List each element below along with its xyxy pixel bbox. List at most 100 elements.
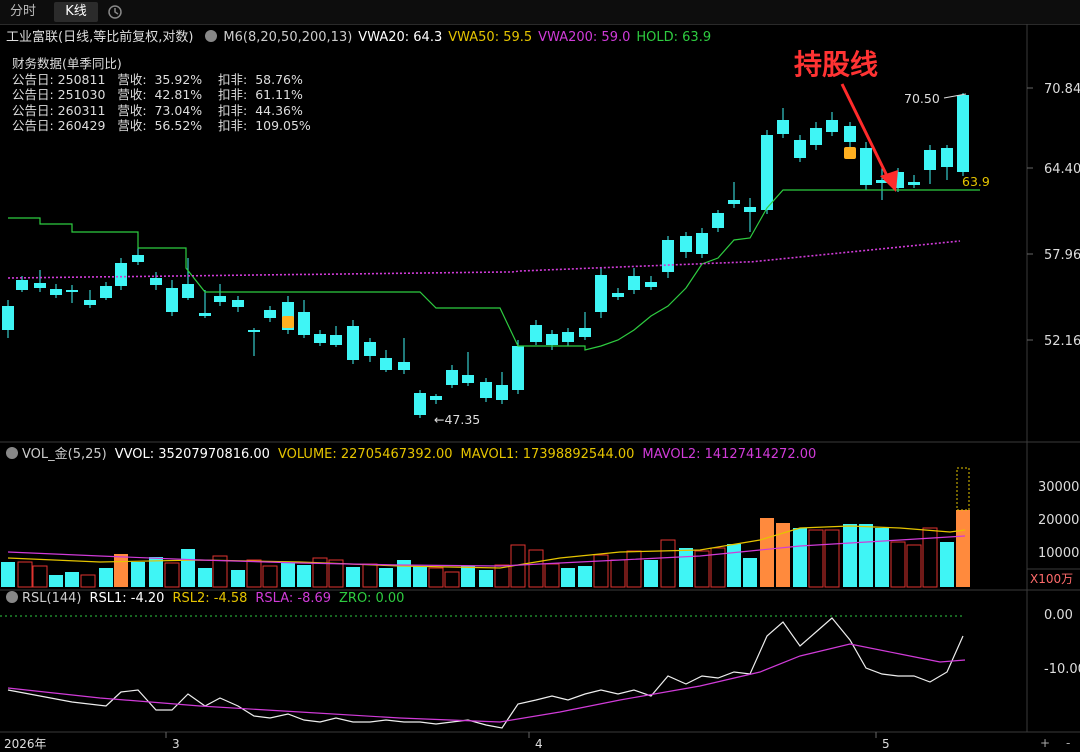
volume-bar	[461, 566, 475, 587]
rsl-rsl1: RSL1: -4.20	[89, 591, 165, 606]
volume-bar	[890, 541, 906, 588]
high-price-label: 70.50	[904, 91, 940, 106]
candle-body	[680, 236, 692, 252]
volume-bar	[578, 566, 592, 587]
rsl-zro: ZRO: 0.00	[339, 591, 405, 606]
rsl-indicator-line: RSL(144) RSL1: -4.20 RSL2: -4.58 RSLA: -8.6…	[0, 591, 404, 609]
candle-body	[844, 126, 856, 142]
volume-bar	[181, 549, 195, 587]
zoom-in-icon: +	[1040, 736, 1050, 750]
volume-bar	[413, 566, 427, 587]
volume-bar	[346, 567, 360, 587]
volume-bar	[875, 528, 889, 587]
candle-body	[696, 233, 708, 254]
candle-body	[860, 148, 872, 185]
vwa200-line	[7, 240, 961, 279]
volume-bar	[610, 559, 626, 588]
volume-bar	[131, 562, 145, 587]
candle-body	[826, 120, 838, 132]
volume-bar	[956, 510, 970, 587]
volume-bar	[859, 524, 873, 587]
candle-body	[314, 334, 326, 343]
event-icon	[282, 316, 294, 328]
vvol-marker	[956, 467, 970, 511]
low-price-label: ←47.35	[434, 412, 480, 427]
volume-bar	[644, 560, 658, 587]
kline-chart-canvas[interactable]: 70.84 64.40 57.96 52.16 30000 20000 10000 X100万…	[0, 0, 1080, 752]
candle-body	[16, 280, 28, 290]
candle-body	[462, 375, 474, 383]
vol-volume: VOLUME: 22705467392.00	[277, 447, 453, 462]
volume-bar	[561, 568, 575, 587]
date-axis-label: 4	[535, 737, 543, 751]
volume-indicator-line: VOL_金(5,25) VVOL: 35207970816.00 VOLUME: 2…	[0, 443, 816, 462]
settings-icon[interactable]	[6, 591, 18, 603]
volume-bar	[626, 550, 642, 588]
volume-axis-label: 20000	[1038, 513, 1079, 528]
annotation-label: 持股线	[794, 48, 878, 81]
candle-body	[34, 283, 46, 288]
volume-bar	[593, 554, 609, 588]
volume-bar	[246, 559, 262, 588]
hold-value-label: 63.9	[962, 174, 990, 189]
volume-bar	[727, 544, 741, 587]
rsl-rsl2: RSL2: -4.58	[172, 591, 248, 606]
candle-body	[810, 128, 822, 145]
candle-body	[398, 362, 410, 370]
candle-body	[562, 332, 574, 342]
candle-body	[744, 207, 756, 212]
vol-vvol: VVOL: 35207970816.00	[114, 447, 270, 462]
rsl-rsla: RSLA: -8.69	[255, 591, 332, 606]
candle-body	[248, 330, 260, 332]
price-axis-label: 70.84	[1044, 82, 1080, 97]
volume-bar	[679, 548, 693, 587]
volume-bar	[32, 565, 48, 588]
candle-body	[66, 290, 78, 292]
date-axis-label: 2026年	[4, 737, 47, 751]
volume-bar	[281, 562, 295, 587]
rsl1-line	[7, 617, 964, 729]
volume-bar	[843, 524, 857, 587]
volume-bar	[906, 544, 922, 588]
settings-icon[interactable]	[6, 447, 18, 459]
candle-body	[480, 382, 492, 398]
rsl-title: RSL(144)	[22, 591, 82, 606]
candle-body	[132, 255, 144, 262]
volume-bar	[65, 572, 79, 587]
volume-bar	[17, 561, 33, 588]
volume-bar	[379, 568, 393, 587]
candle-body	[957, 95, 969, 172]
candle-body	[2, 306, 14, 330]
candle-body	[712, 213, 724, 228]
vol-mavol1: MAVOL1: 17398892544.00	[460, 447, 635, 462]
candle-body	[264, 310, 276, 318]
volume-bar	[198, 568, 212, 587]
candle-body	[496, 385, 508, 400]
volume-bar	[114, 554, 128, 587]
candle-body	[430, 396, 442, 400]
candle-body	[166, 288, 178, 312]
candle-body	[761, 135, 773, 210]
volume-bar	[231, 570, 245, 587]
volume-bar	[660, 539, 676, 588]
candle-body	[298, 312, 310, 335]
candle-body	[546, 334, 558, 345]
candle-body	[728, 200, 740, 204]
candle-body	[100, 286, 112, 298]
zoom-out-icon: -	[1066, 736, 1070, 750]
volume-bar	[940, 542, 954, 587]
candle-body	[446, 370, 458, 385]
volume-bar	[99, 568, 113, 587]
candle-body	[579, 328, 591, 337]
date-axis-label: 3	[172, 737, 180, 751]
candle-body	[50, 289, 62, 295]
volume-bar	[80, 574, 96, 588]
candle-body	[330, 335, 342, 345]
price-axis-label: 57.96	[1044, 248, 1080, 263]
candle-body	[115, 263, 127, 286]
volume-bar	[528, 549, 544, 588]
candle-body	[84, 300, 96, 305]
candle-body	[530, 325, 542, 342]
candle-body	[150, 278, 162, 285]
candle-body	[512, 346, 524, 390]
